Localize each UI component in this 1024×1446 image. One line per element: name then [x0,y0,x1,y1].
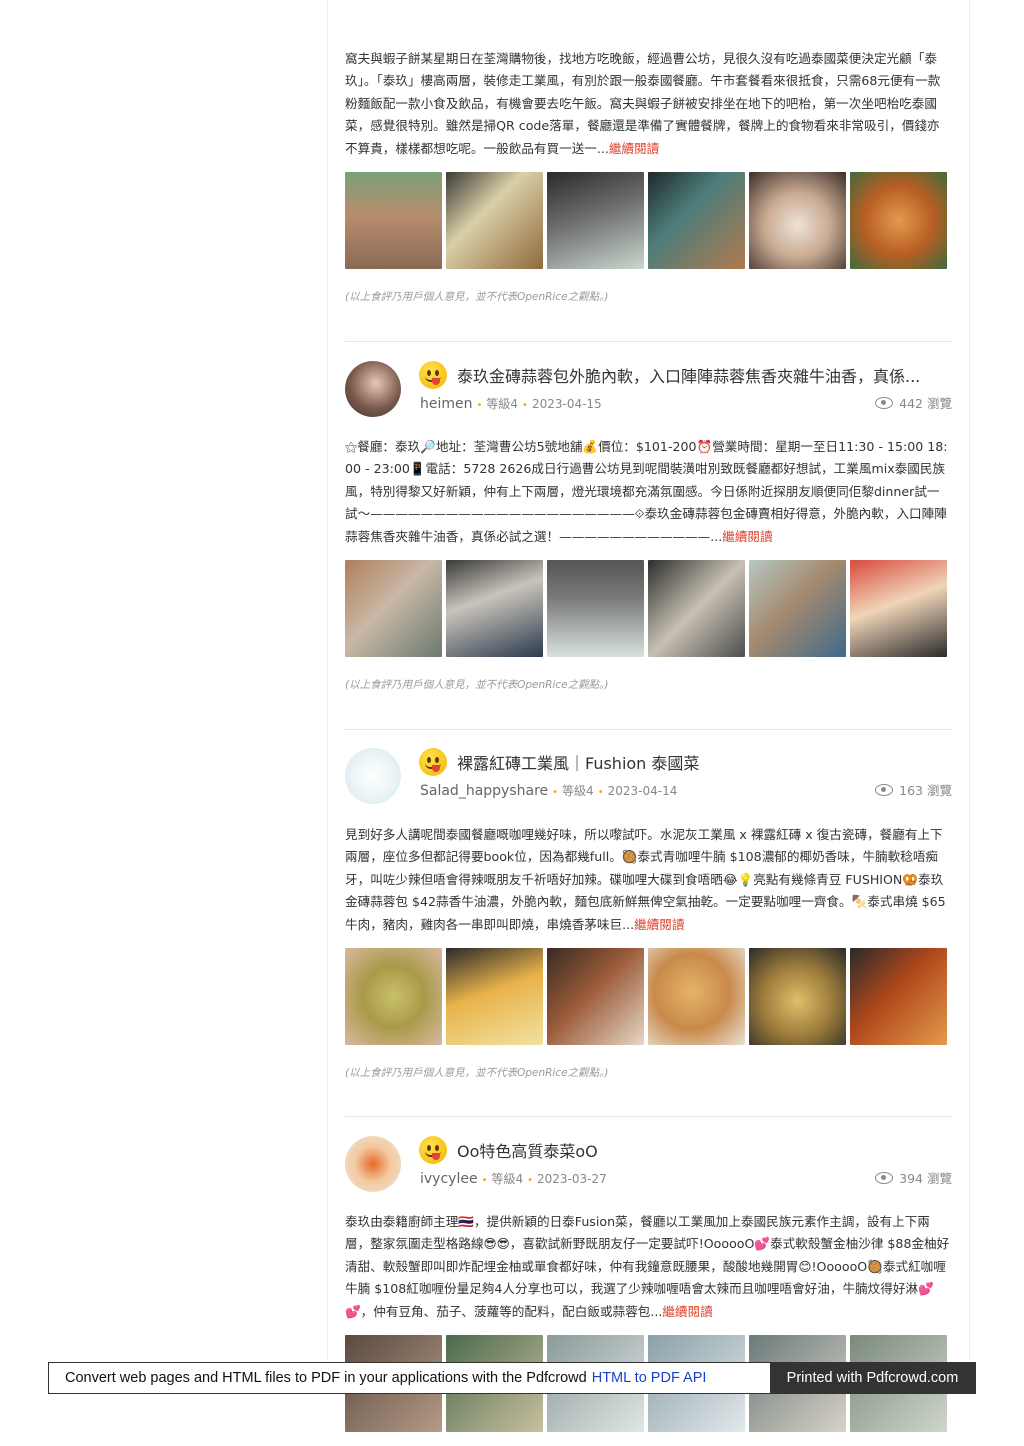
review-meta: Salad_happyshare • 等級4 • 2023-04-14 [420,783,678,799]
review-photo[interactable] [850,560,947,657]
photo-strip [345,948,952,1045]
username[interactable]: Salad_happyshare [420,783,548,799]
review-photo[interactable] [850,172,947,269]
review-photo[interactable] [547,560,644,657]
avatar[interactable] [345,361,401,417]
review-photo[interactable] [648,560,745,657]
html-to-pdf-link[interactable]: HTML to PDF API [592,1370,707,1386]
read-more-link[interactable]: 繼續閱讀 [634,917,684,932]
eye-icon [875,1171,894,1184]
review-body: 泰玖由泰籍廚師主理🇹🇭，提供新穎的日泰Fusion菜，餐廳以工業風加上泰國民族元… [345,1214,950,1319]
read-more-link[interactable]: 繼續閱讀 [662,1304,712,1319]
review-photo[interactable] [446,948,543,1045]
review-title[interactable]: 泰玖金磚蒜蓉包外脆內軟，入口陣陣蒜蓉焦香夾雜牛油香，真係... [457,363,945,387]
disclaimer: (以上食評乃用戶個人意見，並不代表OpenRice之觀點。) [345,1067,609,1079]
review-item: ⚝餐廳：泰玖🔎地址：荃灣曹公坊5號地舖💰價位：$101-200⏰營業時間：星期一… [345,436,952,693]
read-more-link[interactable]: 繼續閱讀 [609,141,659,156]
review-item: 泰玖由泰籍廚師主理🇹🇭，提供新穎的日泰Fusion菜，餐廳以工業風加上泰國民族元… [345,1211,952,1432]
review-photo[interactable] [547,948,644,1045]
view-count-label: 442 瀏覽 [899,396,952,411]
divider [345,341,952,342]
read-more-link[interactable]: 繼續閱讀 [722,529,772,544]
view-count: 163 瀏覽 [875,780,952,799]
view-count-label: 394 瀏覽 [899,1171,952,1186]
review-header: 泰玖金磚蒜蓉包外脆內軟，入口陣陣蒜蓉焦香夾雜牛油香，真係... heimen • 等… [345,361,952,425]
disclaimer: (以上食評乃用戶個人意見，並不代表OpenRice之觀點。) [345,291,609,303]
smile-rating-icon [419,361,447,389]
disclaimer: (以上食評乃用戶個人意見，並不代表OpenRice之觀點。) [345,679,609,691]
review-item: 見到好多人講呢間泰國餐廳嘅咖哩幾好味，所以嚟試吓。水泥灰工業風 x 裸露紅磚 x… [345,824,952,1081]
view-count-label: 163 瀏覽 [899,783,952,798]
username[interactable]: heimen [420,396,473,412]
review-title[interactable]: Oo特色高質泰菜oO [457,1138,945,1162]
footer-promo: Convert web pages and HTML files to PDF … [49,1363,770,1393]
review-body: 見到好多人講呢間泰國餐廳嘅咖哩幾好味，所以嚟試吓。水泥灰工業風 x 裸露紅磚 x… [345,827,946,932]
user-level: 等級4 [562,784,594,798]
smile-rating-icon [419,1136,447,1164]
review-header: Oo特色高質泰菜oO ivycylee • 等級4 • 2023-03-27 394 瀏… [345,1136,952,1200]
username[interactable]: ivycylee [420,1171,478,1187]
review-date: 2023-03-27 [537,1172,607,1186]
avatar[interactable] [345,1136,401,1192]
review-photo[interactable] [648,948,745,1045]
review-photo[interactable] [850,948,947,1045]
view-count: 442 瀏覽 [875,393,952,412]
review-photo[interactable] [446,560,543,657]
review-body: 窩夫與蝦子餅某星期日在荃灣購物後，找地方吃晚飯，經過曹公坊，見很久沒有吃過泰國菜… [345,51,941,156]
review-meta: heimen • 等級4 • 2023-04-15 [420,396,602,412]
review-date: 2023-04-15 [531,397,602,411]
smile-rating-icon [419,748,447,776]
footer-text: Convert web pages and HTML files to PDF … [65,1370,587,1386]
avatar[interactable] [345,748,401,804]
review-title[interactable]: 裸露紅磚工業風｜Fushion 泰國菜 [457,750,945,774]
review-photo[interactable] [749,948,846,1045]
printed-with-badge[interactable]: Printed with Pdfcrowd.com [770,1363,975,1393]
view-count: 394 瀏覽 [875,1168,952,1187]
review-photo[interactable] [446,172,543,269]
review-date: 2023-04-14 [607,784,678,798]
user-level: 等級4 [486,397,519,411]
photo-strip [345,560,952,657]
divider [345,1116,952,1117]
eye-icon [875,396,894,409]
user-level: 等級4 [491,1172,524,1186]
review-item: 窩夫與蝦子餅某星期日在荃灣購物後，找地方吃晚飯，經過曹公坊，見很久沒有吃過泰國菜… [345,48,952,305]
review-photo[interactable] [345,948,442,1045]
review-photo[interactable] [345,560,442,657]
eye-icon [875,783,894,796]
review-header: 裸露紅磚工業風｜Fushion 泰國菜 Salad_happyshare • 等級4… [345,748,952,812]
review-photo[interactable] [648,172,745,269]
review-photo[interactable] [547,172,644,269]
divider [345,729,952,730]
review-photo[interactable] [749,560,846,657]
review-photo[interactable] [345,172,442,269]
review-meta: ivycylee • 等級4 • 2023-03-27 [420,1171,607,1187]
review-body: ⚝餐廳：泰玖🔎地址：荃灣曹公坊5號地舖💰價位：$101-200⏰營業時間：星期一… [345,439,948,544]
photo-strip [345,172,952,269]
review-photo[interactable] [749,172,846,269]
pdfcrowd-footer: Convert web pages and HTML files to PDF … [48,1362,976,1394]
